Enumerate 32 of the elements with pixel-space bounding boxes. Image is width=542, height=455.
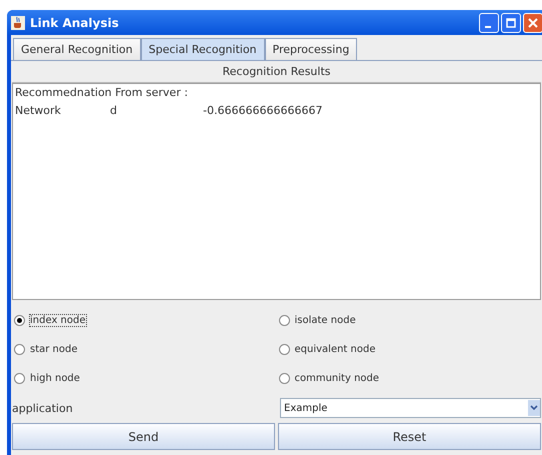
radio-option[interactable]: index node: [12, 306, 86, 335]
result-value: Network: [15, 104, 62, 119]
result-value: -0.666666666666667: [203, 104, 322, 119]
window-title: Link Analysis: [30, 16, 119, 30]
close-button[interactable]: [523, 12, 542, 32]
tab[interactable]: Special Recognition: [140, 38, 265, 60]
radio-button[interactable]: [278, 344, 290, 355]
action-button[interactable]: Send: [12, 423, 275, 450]
radio-option[interactable]: community node: [276, 364, 380, 393]
application-label: application: [12, 402, 74, 414]
radio-button[interactable]: [14, 373, 25, 384]
radio-option[interactable]: star node: [12, 335, 78, 364]
radio-button[interactable]: [278, 373, 290, 384]
radio-button[interactable]: [14, 315, 25, 326]
tab[interactable]: General Recognition: [13, 38, 141, 60]
radio-option[interactable]: equivalent node: [276, 335, 376, 364]
radio-button[interactable]: [278, 315, 290, 326]
maximize-icon: [506, 18, 516, 28]
maximize-button[interactable]: [501, 12, 521, 32]
results-heading: Recommednation From server :: [15, 86, 189, 101]
close-icon: [528, 18, 538, 28]
minimize-icon: [485, 26, 491, 28]
tab[interactable]: Preprocessing: [264, 38, 358, 60]
application-dropdown[interactable]: Example: [280, 398, 541, 418]
radio-option[interactable]: isolate node: [276, 306, 356, 335]
action-button[interactable]: Reset: [278, 423, 541, 450]
radio-button[interactable]: [14, 344, 25, 355]
chevron-down-icon: [528, 400, 540, 416]
result-value: d: [110, 104, 118, 119]
coffee-cup-icon: [11, 16, 25, 30]
radio-option[interactable]: high node: [12, 364, 80, 393]
minimize-button[interactable]: [479, 12, 499, 32]
